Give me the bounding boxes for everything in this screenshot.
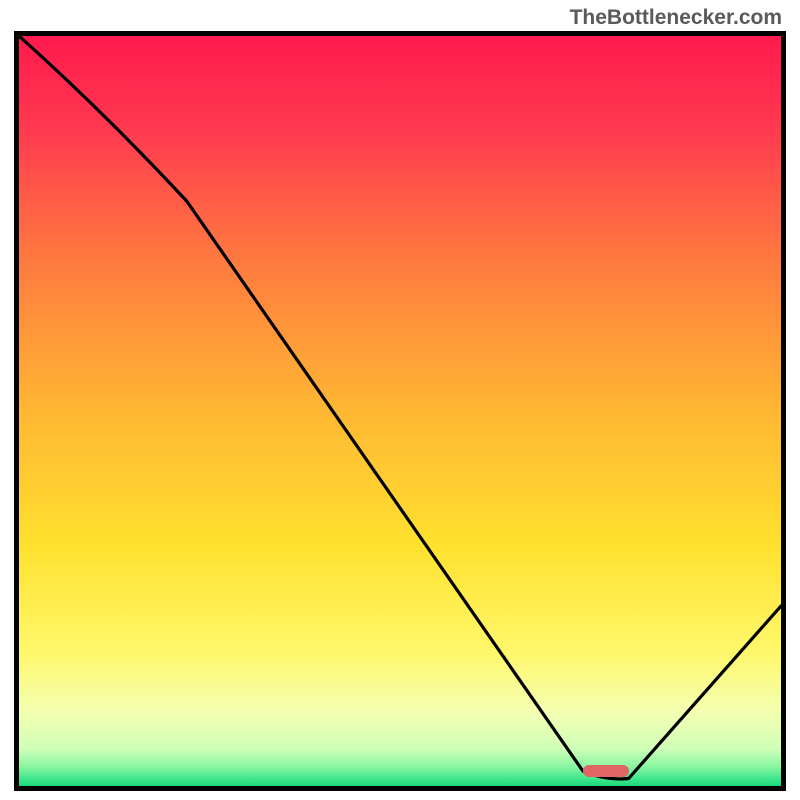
chart-marker [583, 765, 629, 776]
chart-curve [19, 36, 781, 786]
chart-frame [14, 31, 786, 791]
watermark-label: TheBottlenecker.com [570, 6, 782, 30]
